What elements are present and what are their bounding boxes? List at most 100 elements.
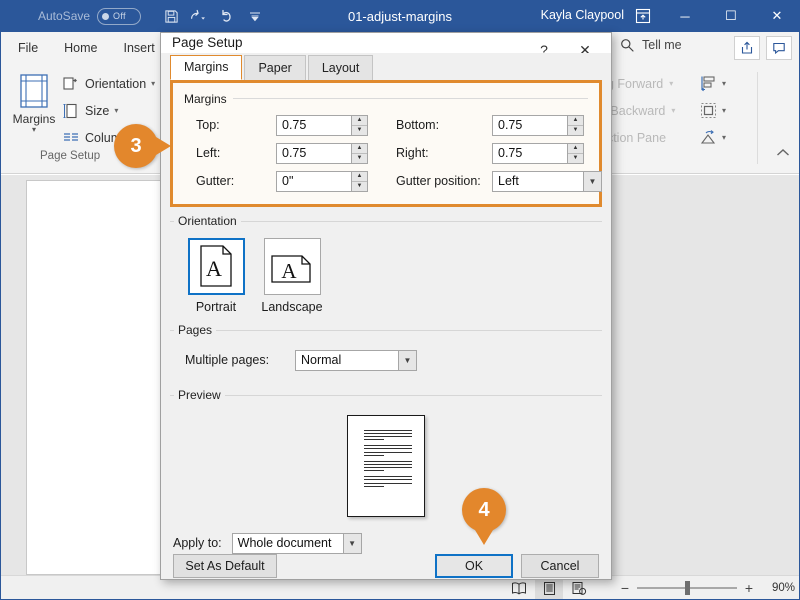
gutter-input[interactable]	[276, 170, 351, 192]
spin-down-icon[interactable]: ▼	[568, 126, 583, 135]
orientation-button[interactable]: Orientation ▾	[62, 70, 155, 97]
group-objects-button[interactable]: ▾	[700, 97, 726, 124]
dialog-title-bar: Page Setup ? ✕	[161, 33, 611, 58]
autosave-label: AutoSave	[38, 9, 91, 23]
chevron-down-icon: ▾	[114, 106, 119, 115]
apply-to-dropdown[interactable]: Whole document ▼	[231, 532, 362, 554]
ribbon-tab-insert-label: Insert	[123, 41, 155, 55]
right-margin-input[interactable]	[492, 142, 567, 164]
zoom-slider[interactable]	[637, 581, 737, 595]
zoom-out-button[interactable]: −	[620, 580, 630, 596]
callout-step-4: 4	[462, 488, 506, 545]
spin-up-icon[interactable]: ▲	[352, 172, 367, 182]
callout-step-3-number: 3	[130, 134, 142, 157]
spin-up-icon[interactable]: ▲	[352, 144, 367, 154]
cancel-button-label: Cancel	[540, 559, 580, 574]
bottom-margin-spinner[interactable]: ▲ ▼	[492, 114, 584, 136]
columns-icon	[62, 129, 80, 147]
dialog-action-buttons: OK Cancel	[435, 554, 599, 579]
gutter-spin-buttons[interactable]: ▲ ▼	[351, 170, 368, 192]
zoom-level-label[interactable]: 90%	[761, 582, 795, 594]
close-button[interactable]: ✕	[754, 0, 800, 32]
save-icon[interactable]	[158, 3, 184, 29]
preview-group: Preview Apply to: Whole document ▼	[170, 387, 602, 554]
chevron-down-icon: ▾	[669, 79, 674, 88]
ribbon-tab-file[interactable]: File	[0, 32, 51, 64]
ribbon-tab-home[interactable]: Home	[51, 32, 110, 64]
zoom-slider-thumb[interactable]	[685, 581, 690, 595]
size-button[interactable]: Size ▾	[62, 97, 155, 124]
tell-me-search[interactable]: Tell me	[620, 38, 682, 52]
align-button[interactable]: ▾	[700, 70, 726, 97]
undo-icon[interactable]	[186, 3, 212, 29]
multiple-pages-row: Multiple pages: Normal ▼	[170, 349, 602, 371]
redo-icon[interactable]	[214, 3, 240, 29]
orientation-icon	[62, 75, 80, 93]
autosave-toggle[interactable]: Off	[97, 7, 142, 25]
set-as-default-button[interactable]: Set As Default	[173, 554, 277, 579]
collapse-ribbon-icon[interactable]	[776, 148, 790, 157]
gutter-label: Gutter:	[196, 174, 235, 189]
chevron-down-icon[interactable]: ▼	[342, 532, 362, 554]
zoom-in-button[interactable]: +	[744, 580, 754, 596]
dialog-body: Margins Paper Layout Margins Top: 0.75 ▲…	[161, 52, 611, 554]
dialog-footer: Set As Default OK Cancel	[161, 554, 611, 579]
spin-up-icon[interactable]: ▲	[568, 116, 583, 126]
group-objects-icon	[700, 102, 717, 119]
top-margin-spinner[interactable]: ▲ ▼	[276, 114, 368, 136]
apply-to-value: Whole document	[231, 532, 343, 554]
window-controls: ─ ☐ ✕	[662, 0, 800, 32]
margins-gallery-button[interactable]: Margins ▾	[6, 68, 62, 134]
ok-button[interactable]: OK	[435, 554, 513, 579]
top-margin-input[interactable]	[276, 114, 351, 136]
share-icon[interactable]	[734, 36, 760, 60]
right-margin-spin-buttons[interactable]: ▲ ▼	[567, 142, 584, 164]
multiple-pages-dropdown[interactable]: Normal ▼	[295, 349, 417, 371]
print-layout-icon[interactable]	[535, 577, 563, 599]
dialog-title: Page Setup	[172, 35, 243, 51]
chevron-down-icon: ▾	[722, 133, 727, 142]
left-margin-spin-buttons[interactable]: ▲ ▼	[351, 142, 368, 164]
chevron-down-icon[interactable]: ▼	[583, 170, 602, 192]
chevron-down-icon: ▾	[722, 106, 727, 115]
spin-down-icon[interactable]: ▼	[568, 154, 583, 163]
spin-down-icon[interactable]: ▼	[352, 182, 367, 191]
comments-icon[interactable]	[766, 36, 792, 60]
web-layout-icon[interactable]	[565, 578, 593, 599]
bottom-margin-spin-buttons[interactable]: ▲ ▼	[567, 114, 584, 136]
tab-paper-label: Paper	[258, 60, 292, 75]
spin-up-icon[interactable]: ▲	[352, 116, 367, 126]
pages-group-title: Pages	[174, 322, 217, 337]
gutter-spinner[interactable]: ▲ ▼	[276, 170, 368, 192]
ribbon-display-options-icon[interactable]	[632, 6, 654, 26]
customize-quick-access-toolbar-icon[interactable]	[242, 3, 268, 29]
right-margin-spinner[interactable]: ▲ ▼	[492, 142, 584, 164]
bottom-margin-input[interactable]	[492, 114, 567, 136]
spin-down-icon[interactable]: ▼	[352, 154, 367, 163]
tab-paper[interactable]: Paper	[244, 54, 306, 80]
top-margin-spin-buttons[interactable]: ▲ ▼	[351, 114, 368, 136]
maximize-button[interactable]: ☐	[708, 0, 754, 32]
zoom-control: − + 90%	[620, 580, 795, 596]
gutter-position-dropdown[interactable]: Left ▼	[492, 170, 602, 192]
rotate-objects-button[interactable]: ▾	[700, 124, 726, 151]
chevron-down-icon[interactable]: ▼	[398, 349, 417, 371]
cancel-button[interactable]: Cancel	[521, 554, 599, 579]
orientation-landscape-option[interactable]: A Landscape	[261, 237, 323, 314]
size-button-label: Size	[85, 103, 110, 118]
left-margin-spinner[interactable]: ▲ ▼	[276, 142, 368, 164]
read-mode-icon[interactable]	[505, 578, 533, 599]
tab-margins[interactable]: Margins	[170, 54, 243, 80]
minimize-button[interactable]: ─	[662, 0, 708, 32]
tab-layout[interactable]: Layout	[307, 54, 374, 80]
portrait-label: Portrait	[195, 299, 237, 314]
orientation-portrait-option[interactable]: A Portrait	[185, 237, 247, 314]
arrange-icon-column: ▾ ▾ ▾	[700, 70, 726, 151]
tab-layout-label: Layout	[321, 60, 360, 75]
chevron-down-icon: ▾	[671, 106, 676, 115]
left-margin-input[interactable]	[276, 142, 351, 164]
spin-down-icon[interactable]: ▼	[352, 126, 367, 135]
user-account-name[interactable]: Kayla Claypool	[541, 8, 624, 22]
orientation-options: A Portrait A Landscape	[170, 237, 602, 314]
spin-up-icon[interactable]: ▲	[568, 144, 583, 154]
